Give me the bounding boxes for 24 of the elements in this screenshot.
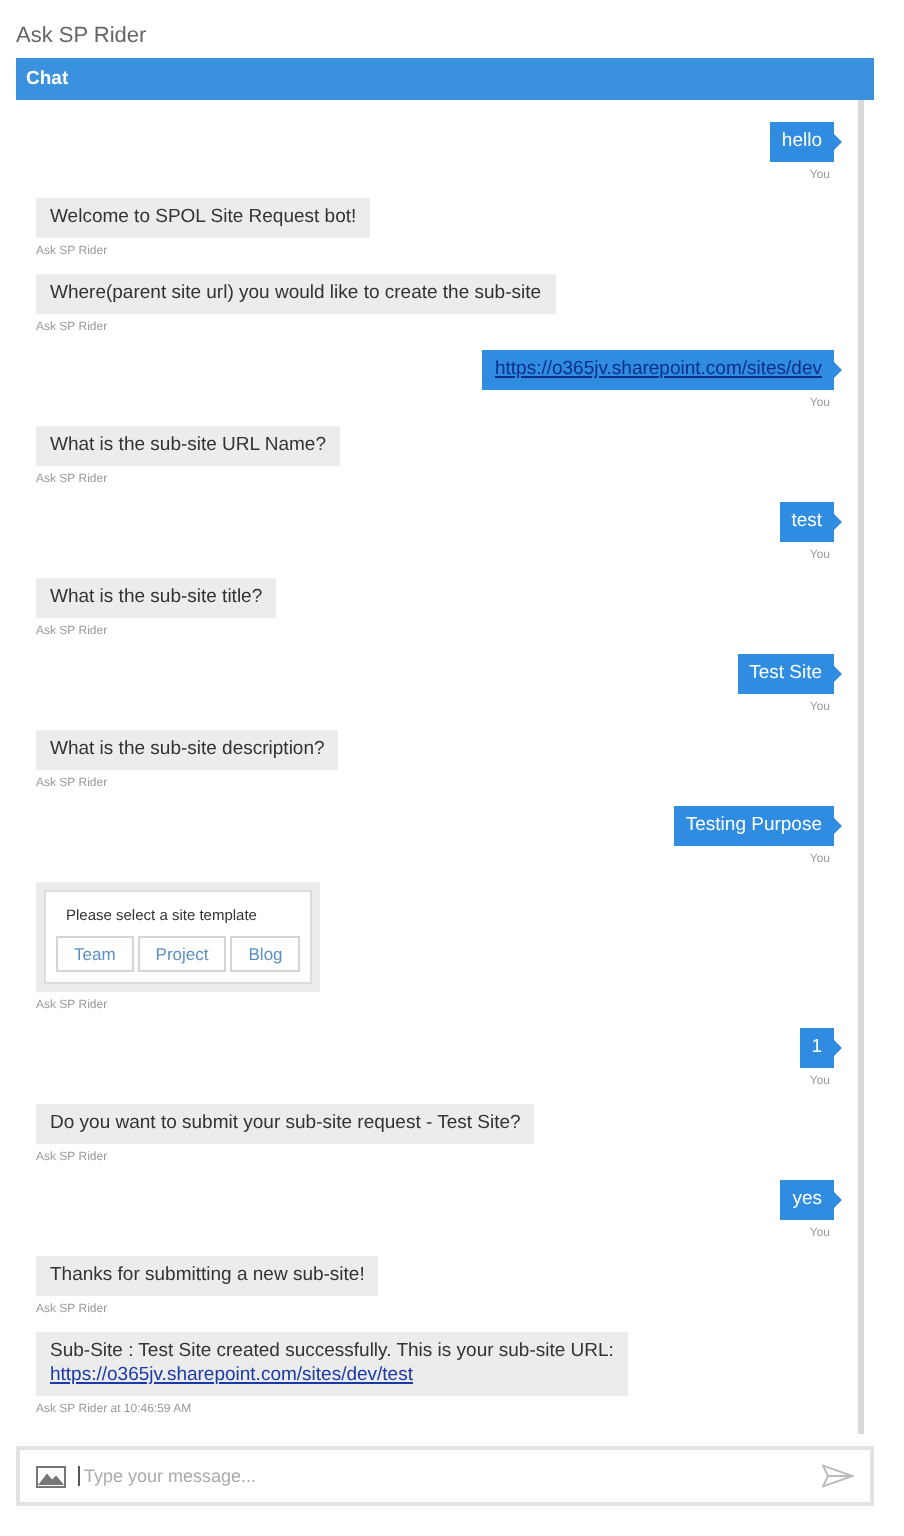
template-button[interactable]: Project <box>137 936 227 972</box>
message-text: Thanks for submitting a new sub-site! <box>50 1264 365 1288</box>
chat-header: Chat <box>16 58 874 100</box>
image-icon[interactable] <box>36 1465 66 1487</box>
message-text: What is the sub-site URL Name? <box>50 434 326 458</box>
message-link[interactable]: https://o365jv.sharepoint.com/sites/dev <box>494 358 822 382</box>
message-input[interactable]: Type your message... <box>78 1466 810 1486</box>
window-title: Ask SP Rider <box>16 24 149 52</box>
message-text: yes <box>792 1188 822 1212</box>
message-text: Where(parent site url) you would like to create the sub-site <box>50 282 542 306</box>
message-text: 1 <box>811 1036 822 1060</box>
message-link[interactable]: https://o365jv.sharepoint.com/sites/dev/test <box>50 1364 614 1388</box>
template-button[interactable]: Team <box>56 936 134 972</box>
template-button[interactable]: Blog <box>230 936 301 972</box>
message-text: hello <box>781 130 822 154</box>
message-text: Testing Purpose <box>685 814 822 838</box>
message-text: test <box>791 510 822 534</box>
message-field[interactable]: Type your message... <box>16 1446 874 1506</box>
message-text: Welcome to SPOL Site Request bot! <box>50 206 357 230</box>
message-text: Sub-Site : Test Site created successfully. This is your sub-site URL: <box>50 1340 614 1364</box>
message-text: What is the sub-site description? <box>50 738 325 762</box>
message-text: Do you want to submit your sub-site request - Test Site? <box>50 1112 521 1136</box>
message-text: Test Site <box>749 662 822 686</box>
message-text: What is the sub-site title? <box>50 586 263 610</box>
